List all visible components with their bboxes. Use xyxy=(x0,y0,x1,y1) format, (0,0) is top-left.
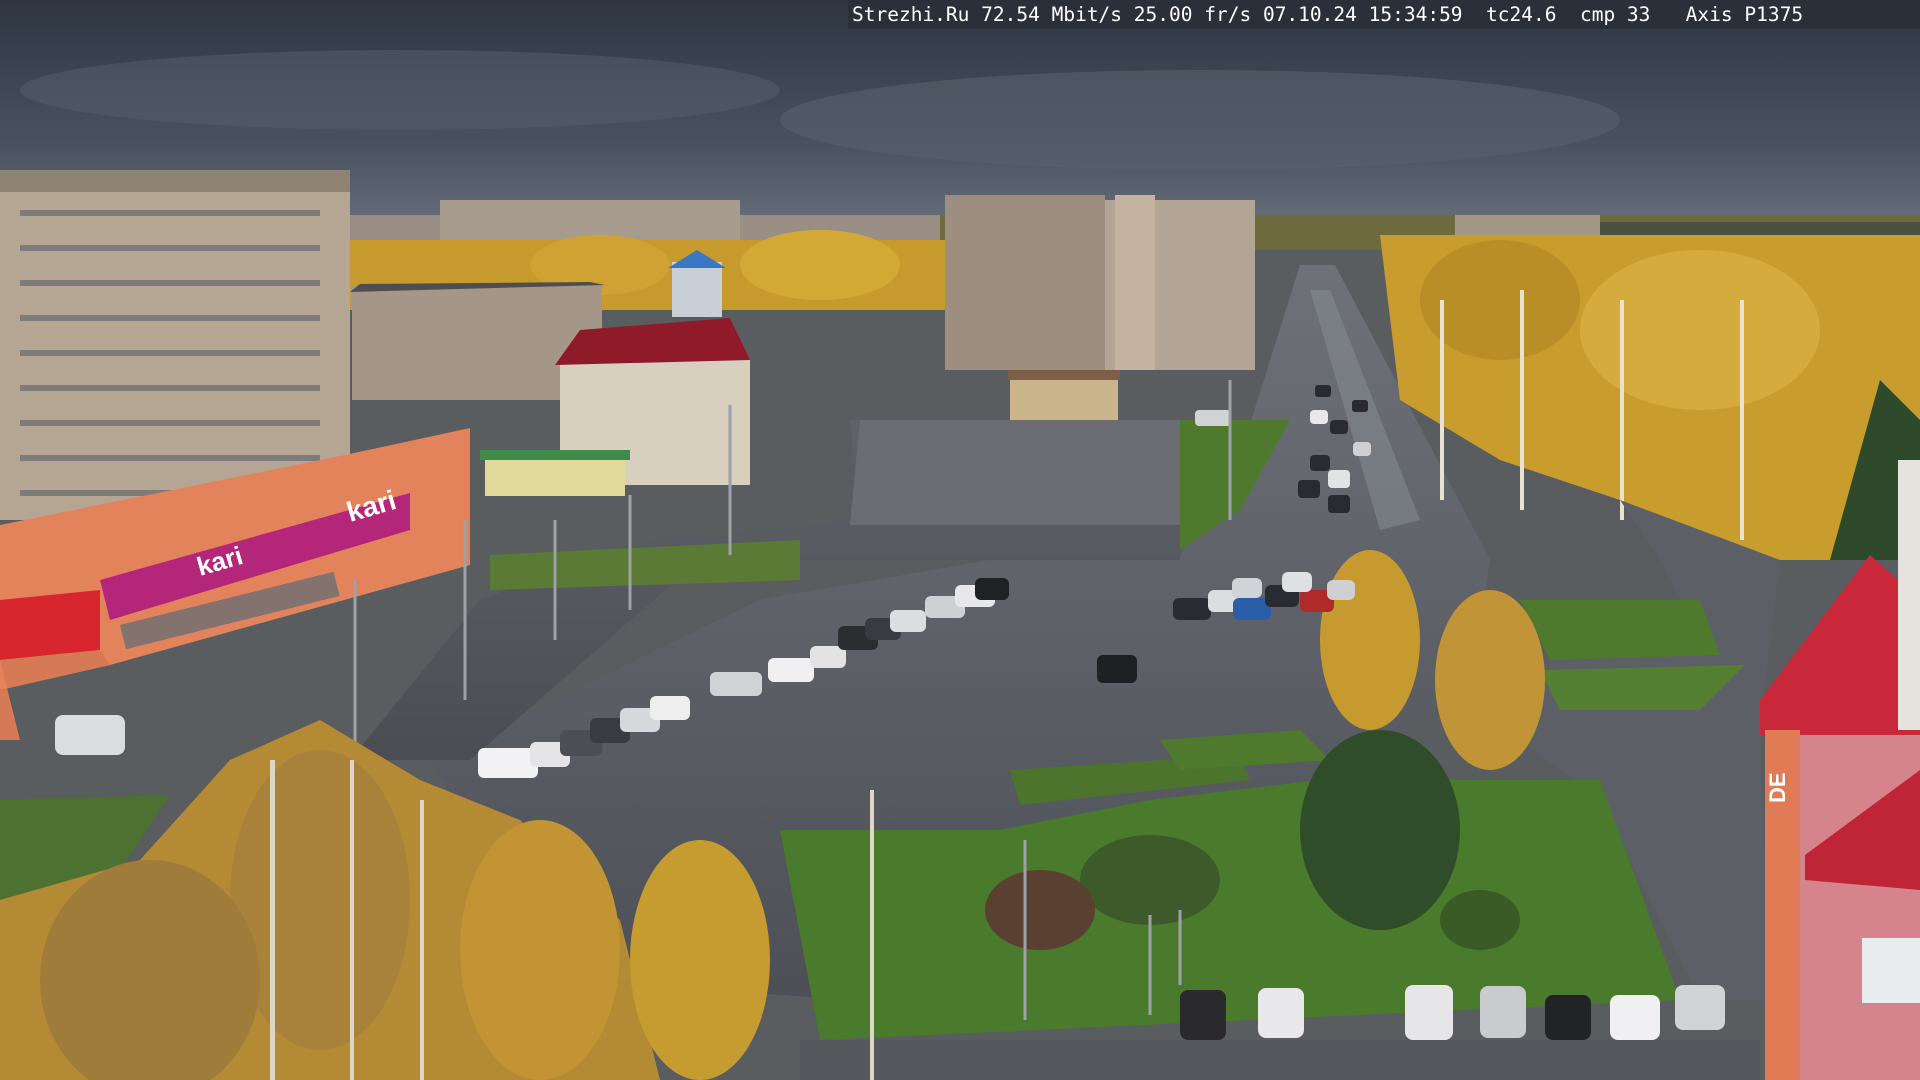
autumn-tree xyxy=(1580,250,1820,410)
osd-camera-model: Axis P1375 xyxy=(1685,3,1804,26)
blue-roof-tower xyxy=(672,262,722,317)
camera-osd-overlay: Strezhi.Ru 72.54 Mbit/s 25.00 fr/s 07.10… xyxy=(848,0,1920,29)
parking-lot-bottom xyxy=(800,1040,1760,1080)
autumn-tree xyxy=(460,820,620,1080)
right-building-window xyxy=(1862,938,1920,1003)
osd-site: Strezhi.Ru xyxy=(852,3,970,26)
shrub xyxy=(985,870,1095,950)
lawn xyxy=(1520,600,1720,660)
low-building xyxy=(1010,375,1118,420)
tower-section xyxy=(1115,195,1155,370)
evergreen-tree xyxy=(1300,730,1460,930)
cloud xyxy=(20,50,780,130)
small-shop xyxy=(485,456,625,496)
van xyxy=(55,715,125,755)
osd-bitrate: 72.54 Mbit/s xyxy=(981,3,1123,26)
autumn-tree xyxy=(740,230,900,300)
shrub xyxy=(1080,835,1220,925)
street-scene-illustration: kari kari DE xyxy=(0,0,1920,1080)
autumn-tree xyxy=(1435,590,1545,770)
birch-trunks xyxy=(1520,290,1524,510)
osd-framerate: 25.00 fr/s xyxy=(1133,3,1252,26)
cloud xyxy=(780,70,1620,170)
low-building-roof xyxy=(1008,370,1120,380)
apartment-tower xyxy=(945,195,1105,370)
central-square xyxy=(850,420,1210,525)
right-building-sign-text: DE xyxy=(1765,772,1790,803)
birch-trunks xyxy=(1740,300,1744,540)
osd-time: 15:34:59 xyxy=(1368,3,1463,26)
store-red-corner xyxy=(0,590,100,660)
right-building-edge xyxy=(1898,460,1920,730)
shrub xyxy=(1440,890,1520,950)
osd-date: 07.10.24 xyxy=(1262,3,1357,26)
osd-tc: tc24.6 xyxy=(1486,3,1557,26)
birch-trunks xyxy=(1440,300,1444,500)
autumn-tree xyxy=(1320,550,1420,730)
autumn-tree xyxy=(630,840,770,1080)
camera-frame: kari kari DE Strezhi.Ru 72.54 Mbit/s 25.… xyxy=(0,0,1920,1080)
birch-trunks xyxy=(1620,300,1624,520)
small-shop-roof xyxy=(480,450,630,460)
apartment-block-left-roof xyxy=(0,170,350,192)
osd-cmp: cmp 33 xyxy=(1579,3,1651,26)
